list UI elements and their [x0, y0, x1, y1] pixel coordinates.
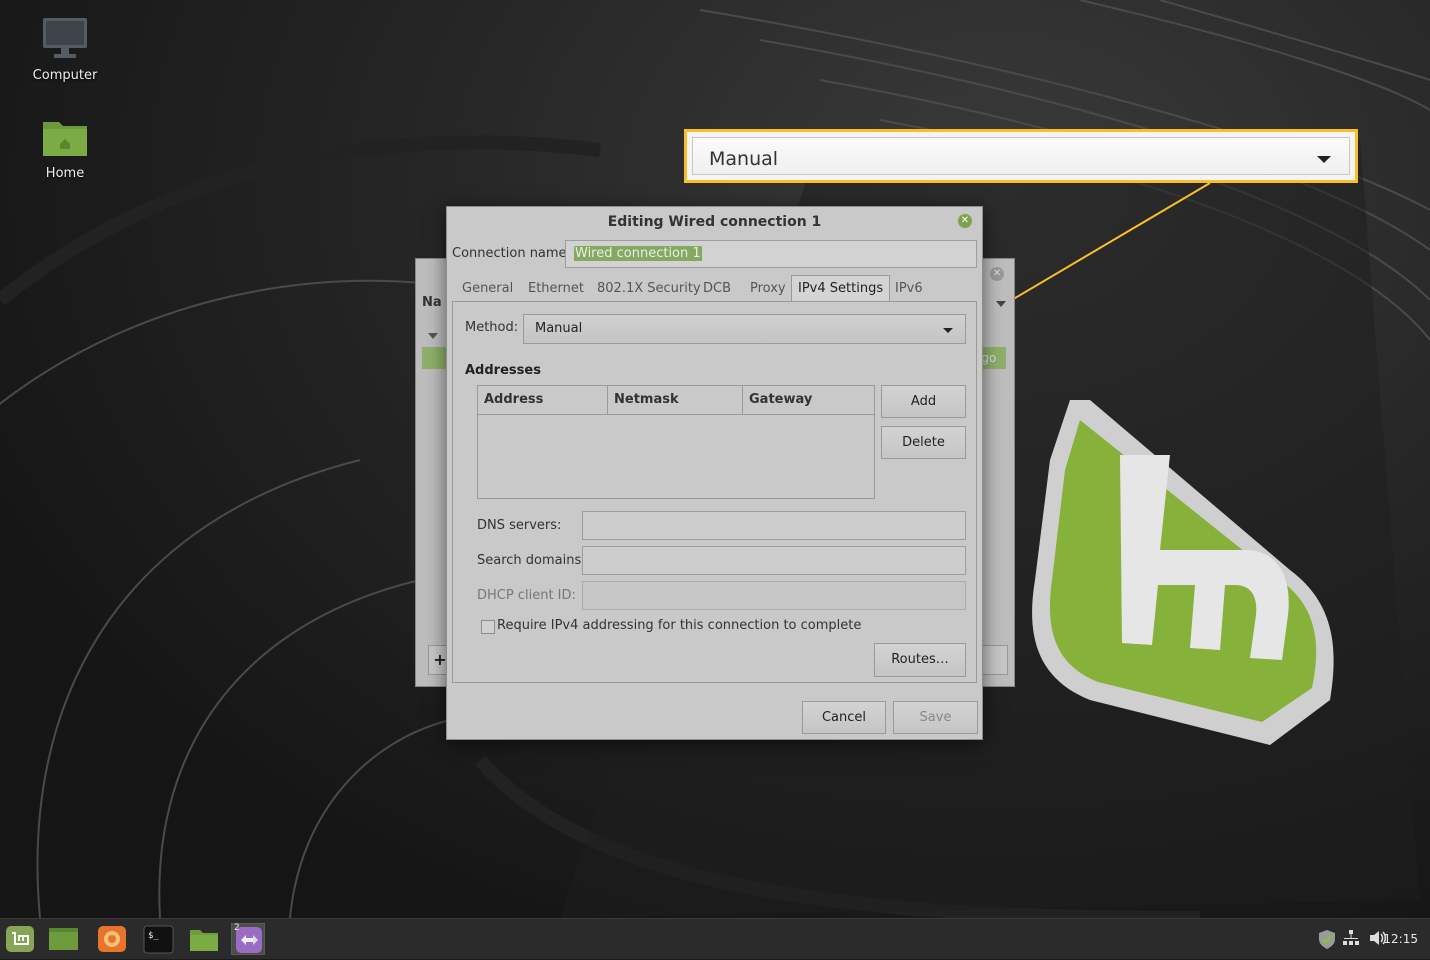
address-column-header[interactable]: Address	[478, 386, 607, 414]
show-desktop-button[interactable]	[46, 923, 80, 955]
network-connections-button[interactable]: 2	[231, 923, 265, 955]
folder-icon	[43, 122, 87, 156]
tab-ethernet[interactable]: Ethernet	[522, 276, 590, 302]
monitor-icon	[43, 18, 87, 58]
close-icon[interactable]: ✕	[990, 267, 1004, 281]
selected-row[interactable]	[422, 347, 446, 369]
search-domains-field[interactable]	[582, 546, 966, 575]
tab-8021x-security[interactable]: 802.1X Security	[591, 276, 707, 302]
taskbar: $_ 2 12:15	[0, 918, 1430, 959]
connection-name-label: Connection name:	[452, 246, 571, 261]
callout-value: Manual	[709, 148, 779, 170]
dhcp-client-id-label: DHCP client ID:	[477, 588, 576, 603]
search-domains-label: Search domains:	[477, 553, 586, 568]
cancel-button[interactable]: Cancel	[802, 701, 886, 734]
desktop-computer-icon[interactable]: Computer	[20, 16, 110, 83]
addresses-title: Addresses	[465, 363, 541, 378]
netmask-column-header[interactable]: Netmask	[607, 386, 742, 414]
chevron-down-icon	[1317, 156, 1331, 163]
tab-ipv6-settings[interactable]: IPv6 Settings	[889, 276, 977, 322]
editing-connection-dialog: Editing Wired connection 1 ✕ Connection …	[446, 206, 983, 740]
tab-dcb[interactable]: DCB	[697, 276, 737, 302]
tab-ipv4-settings[interactable]: IPv4 Settings	[791, 275, 891, 303]
desktop-icon-label: Home	[45, 166, 85, 181]
method-label: Method:	[465, 320, 519, 335]
show-desktop-icon	[49, 928, 78, 950]
tab-proxy[interactable]: Proxy	[744, 276, 792, 302]
desktop-home-icon[interactable]: Home	[20, 116, 110, 181]
tab-bar: General Ethernet 802.1X Security DCB Pro…	[452, 275, 977, 322]
method-callout: Manual	[684, 129, 1358, 183]
callout-select: Manual	[692, 137, 1350, 175]
terminal-button[interactable]: $_	[141, 923, 175, 955]
addresses-table[interactable]: Address Netmask Gateway	[477, 385, 875, 499]
tab-general[interactable]: General	[456, 276, 519, 302]
firefox-icon	[98, 926, 126, 952]
connection-name-value: Wired connection 1	[574, 246, 702, 261]
close-icon[interactable]: ✕	[958, 214, 972, 228]
shield-icon[interactable]	[1316, 928, 1338, 950]
routes-button[interactable]: Routes…	[874, 643, 966, 677]
dns-servers-field[interactable]	[582, 511, 966, 540]
delete-button[interactable]: Delete	[881, 426, 966, 459]
add-button[interactable]: Add	[881, 385, 966, 418]
terminal-icon: $_	[143, 925, 174, 954]
window-count-badge: 2	[234, 923, 240, 933]
clock[interactable]: 12:15	[1383, 932, 1418, 946]
mint-menu-button[interactable]	[3, 923, 37, 955]
addresses-table-header: Address Netmask Gateway	[478, 386, 874, 415]
method-value: Manual	[535, 321, 583, 336]
chevron-down-icon[interactable]	[996, 301, 1006, 307]
dhcp-client-id-field	[582, 581, 966, 610]
chevron-down-icon	[943, 328, 953, 333]
dialog-titlebar: Editing Wired connection 1 ✕	[447, 207, 982, 237]
mint-menu-icon	[6, 926, 34, 952]
dialog-title: Editing Wired connection 1	[607, 214, 822, 230]
method-select[interactable]: Manual	[523, 314, 966, 344]
ipv4-settings-panel: Method: Manual Addresses Address Netmask…	[452, 301, 977, 683]
terminal-glyph: $_	[148, 931, 159, 941]
network-icon[interactable]	[1342, 929, 1360, 947]
require-ipv4-checkbox[interactable]	[481, 620, 495, 634]
gateway-column-header[interactable]: Gateway	[742, 386, 874, 414]
require-ipv4-label[interactable]: Require IPv4 addressing for this connect…	[497, 618, 861, 633]
files-icon	[190, 930, 218, 951]
firefox-button[interactable]	[95, 923, 129, 955]
files-button[interactable]	[187, 923, 221, 955]
desktop-icon-label: Computer	[32, 68, 98, 83]
save-button: Save	[893, 701, 978, 734]
dns-servers-label: DNS servers:	[477, 518, 562, 533]
connection-name-field[interactable]: Wired connection 1	[565, 240, 977, 268]
expander-icon[interactable]	[428, 333, 438, 339]
